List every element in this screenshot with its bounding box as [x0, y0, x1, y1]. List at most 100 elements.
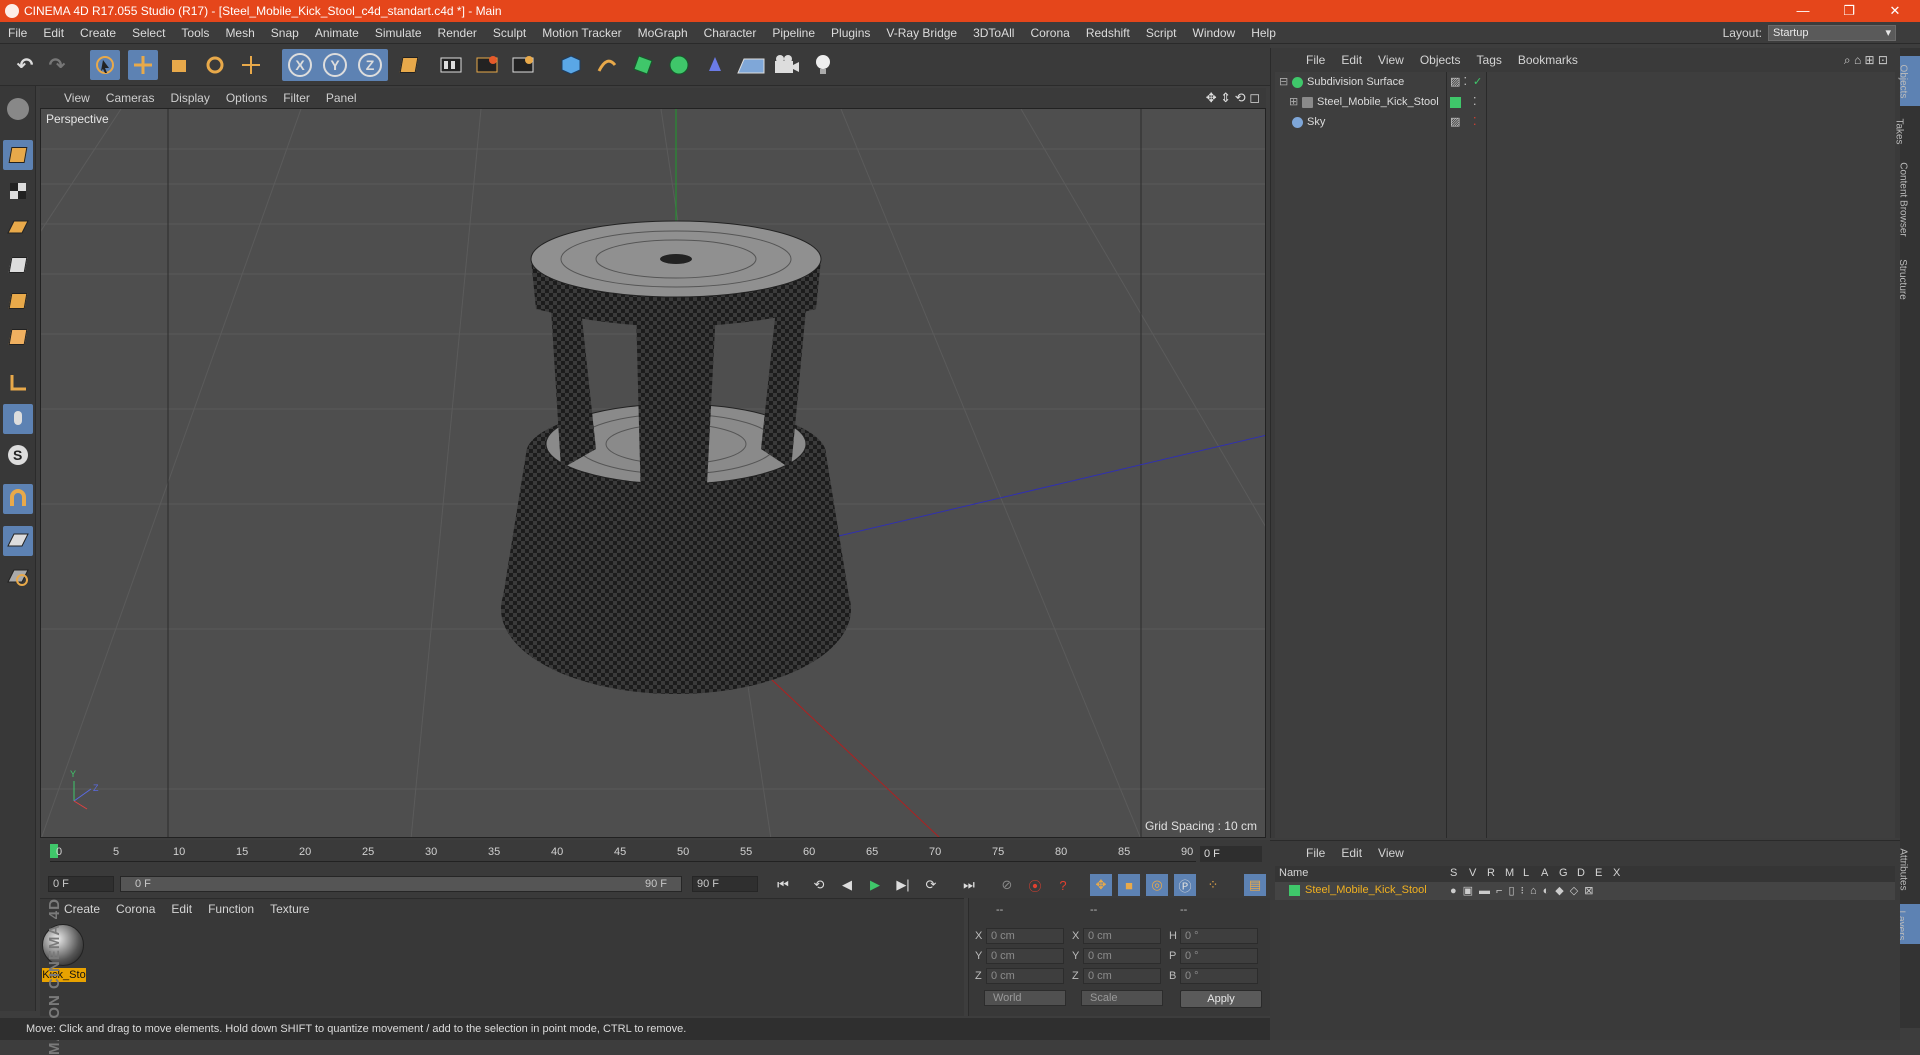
layer-menu-view[interactable]: View: [1370, 846, 1412, 860]
column-deformers[interactable]: D: [1577, 867, 1585, 879]
floor-scene-icon[interactable]: [736, 50, 766, 80]
column-animation[interactable]: A: [1541, 867, 1548, 879]
column-name[interactable]: Name: [1279, 867, 1308, 879]
layer-menu-file[interactable]: File: [1298, 846, 1333, 860]
axis-mode-icon[interactable]: [3, 368, 33, 398]
texture-mode-icon[interactable]: [3, 176, 33, 206]
undo-icon[interactable]: ↶: [10, 50, 40, 80]
object-menu-objects[interactable]: Objects: [1412, 53, 1469, 67]
viewport-navigation-icons[interactable]: ✥ ⇕ ⟲ ◻: [1206, 90, 1260, 106]
layer-color-chip[interactable]: [1289, 885, 1300, 896]
key-parameter-icon[interactable]: Ⓟ: [1174, 874, 1196, 896]
rotation-h-field[interactable]: 0 °: [1180, 928, 1258, 944]
goto-start-icon[interactable]: ⏮: [772, 874, 794, 896]
viewport-menu-options[interactable]: Options: [218, 91, 275, 105]
polygons-mode-icon[interactable]: [3, 322, 33, 352]
column-manager[interactable]: M: [1505, 867, 1514, 879]
redo-icon[interactable]: ↷: [42, 50, 72, 80]
column-divider[interactable]: [1486, 72, 1487, 838]
workplane-mode-icon[interactable]: [3, 212, 33, 242]
menu-pipeline[interactable]: Pipeline: [764, 26, 823, 40]
size-z-field[interactable]: 0 cm: [1083, 968, 1161, 984]
live-selection-icon[interactable]: [90, 50, 120, 80]
layout-dropdown[interactable]: Startup: [1768, 25, 1896, 41]
enabled-check-icon[interactable]: ✓: [1473, 72, 1482, 92]
layer-flag-icons[interactable]: ●▣▬⌐▯⁝⌂◐◆◇⊠: [1450, 884, 1599, 897]
timeline-ruler[interactable]: 0 5 10 15 20 25 30 35 40 45 50 55 60 65 …: [50, 844, 1196, 862]
object-menu-tags[interactable]: Tags: [1469, 53, 1510, 67]
size-x-field[interactable]: 0 cm: [1083, 928, 1161, 944]
menu-help[interactable]: Help: [1243, 26, 1284, 40]
deformer-icon[interactable]: [700, 50, 730, 80]
move-tool-icon[interactable]: [128, 50, 158, 80]
column-generators[interactable]: G: [1559, 867, 1568, 879]
kick-stool-model[interactable]: [501, 220, 851, 694]
column-view[interactable]: V: [1469, 867, 1476, 879]
apply-button[interactable]: Apply: [1180, 990, 1262, 1008]
y-axis-lock-button[interactable]: Y: [323, 53, 347, 77]
snap-magnet-icon[interactable]: [3, 484, 33, 514]
record-keys-icon[interactable]: ⊘: [996, 874, 1018, 896]
menu-tools[interactable]: Tools: [173, 26, 217, 40]
minimize-button[interactable]: —: [1780, 0, 1826, 22]
viewport-menu-panel[interactable]: Panel: [318, 91, 365, 105]
scale-tool-icon[interactable]: [164, 50, 194, 80]
menu-create[interactable]: Create: [72, 26, 124, 40]
menu-render[interactable]: Render: [430, 26, 485, 40]
menu-3dtoall[interactable]: 3DToAll: [965, 26, 1022, 40]
menu-file[interactable]: File: [0, 26, 35, 40]
edges-mode-icon[interactable]: [3, 286, 33, 316]
autokey-icon[interactable]: ⦿: [1024, 874, 1046, 896]
viewport-menu-cameras[interactable]: Cameras: [98, 91, 163, 105]
goto-end-icon[interactable]: ⏭: [958, 874, 980, 896]
light-icon[interactable]: [808, 50, 838, 80]
camera-icon[interactable]: [772, 50, 802, 80]
layer-color-chip[interactable]: [1450, 97, 1461, 108]
transform-tool-icon[interactable]: [236, 50, 266, 80]
size-y-field[interactable]: 0 cm: [1083, 948, 1161, 964]
rotation-b-field[interactable]: 0 °: [1180, 968, 1258, 984]
key-scale-icon[interactable]: ■: [1118, 874, 1140, 896]
end-frame-field[interactable]: 90 F: [692, 876, 758, 892]
layer-menu-edit[interactable]: Edit: [1333, 846, 1370, 860]
menu-motion-tracker[interactable]: Motion Tracker: [534, 26, 629, 40]
object-visibility-icon[interactable]: ▨: [1450, 112, 1460, 132]
tweak-mode-icon[interactable]: [3, 404, 33, 434]
menu-character[interactable]: Character: [696, 26, 765, 40]
position-z-field[interactable]: 0 cm: [986, 968, 1064, 984]
tab-structure[interactable]: Structure: [1897, 248, 1920, 308]
object-menu-view[interactable]: View: [1370, 53, 1412, 67]
next-key-icon[interactable]: ⟳: [920, 874, 942, 896]
previous-key-icon[interactable]: ⟲: [808, 874, 830, 896]
points-mode-icon[interactable]: [3, 250, 33, 280]
object-menu-file[interactable]: File: [1298, 53, 1333, 67]
previous-frame-icon[interactable]: ◀: [836, 874, 858, 896]
position-x-field[interactable]: 0 cm: [986, 928, 1064, 944]
start-frame-field[interactable]: 0 F: [48, 876, 114, 892]
menu-simulate[interactable]: Simulate: [367, 26, 430, 40]
make-editable-icon[interactable]: [3, 94, 33, 124]
material-menu-texture[interactable]: Texture: [262, 902, 317, 916]
collapse-toggle-icon[interactable]: ⊟: [1279, 72, 1288, 92]
key-pla-icon[interactable]: ⁘: [1202, 874, 1224, 896]
rotation-p-field[interactable]: 0 °: [1180, 948, 1258, 964]
menu-script[interactable]: Script: [1138, 26, 1185, 40]
object-visibility-icon[interactable]: ▨ ⁚: [1450, 72, 1467, 92]
menu-vray-bridge[interactable]: V-Ray Bridge: [878, 26, 965, 40]
menu-edit[interactable]: Edit: [35, 26, 72, 40]
key-rotation-icon[interactable]: ◎: [1146, 874, 1168, 896]
position-y-field[interactable]: 0 cm: [986, 948, 1064, 964]
workplane-lock-icon[interactable]: [3, 526, 33, 556]
subdivision-surface-icon[interactable]: [628, 50, 658, 80]
object-visibility-dots-icon[interactable]: ⁚: [1473, 112, 1477, 132]
current-frame-field[interactable]: 0 F: [1200, 846, 1262, 862]
render-view-icon[interactable]: [436, 50, 466, 80]
column-xref[interactable]: X: [1613, 867, 1620, 879]
column-locked[interactable]: L: [1523, 867, 1529, 879]
column-solo[interactable]: S: [1450, 867, 1457, 879]
menu-redshift[interactable]: Redshift: [1078, 26, 1138, 40]
mograph-cloner-icon[interactable]: [664, 50, 694, 80]
rotate-tool-icon[interactable]: [200, 50, 230, 80]
maximize-button[interactable]: ❐: [1826, 0, 1872, 22]
object-menu-bookmarks[interactable]: Bookmarks: [1510, 53, 1586, 67]
